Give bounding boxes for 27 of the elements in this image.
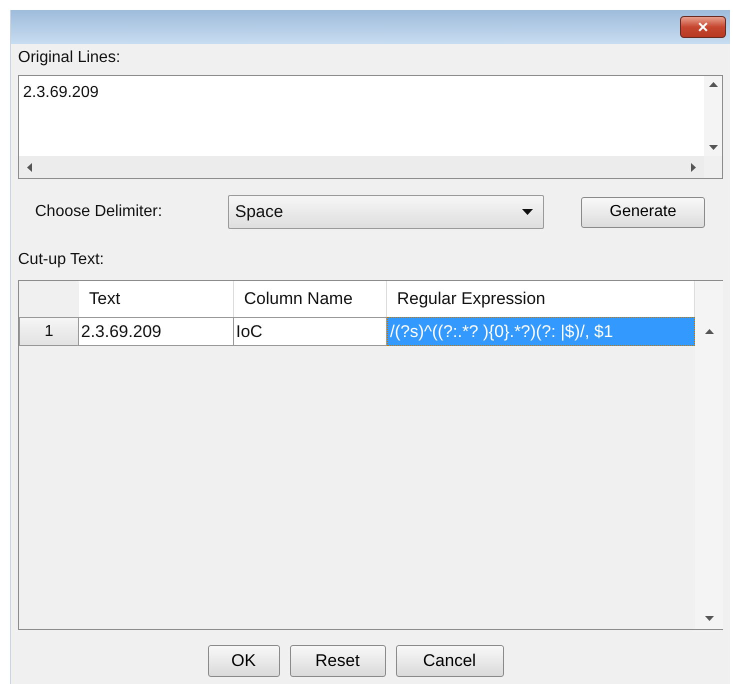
dialog-button[interactable]: Cancel xyxy=(396,645,504,677)
delimiter-label: Choose Delimiter: xyxy=(34,202,164,222)
table-cell[interactable]: 2.3.69.209 xyxy=(79,317,234,346)
text-area-content: 2.3.69.209 xyxy=(19,76,704,156)
column-header[interactable]: Regular Expression xyxy=(387,281,695,317)
scroll-down-icon[interactable] xyxy=(708,145,718,150)
scroll-right-icon[interactable] xyxy=(691,162,696,172)
column-header[interactable]: Text xyxy=(79,281,234,317)
scroll-left-icon[interactable] xyxy=(27,162,32,172)
vertical-scrollbar[interactable] xyxy=(704,76,722,156)
scroll-up-icon[interactable] xyxy=(708,82,718,87)
column-header[interactable]: Column Name xyxy=(234,281,387,317)
dropdown-arrow-icon xyxy=(522,209,533,215)
dialog-button[interactable]: Reset xyxy=(290,645,386,677)
table-cell[interactable]: IoC xyxy=(234,317,387,346)
section-label: Cut-up Text: xyxy=(18,250,105,270)
dialog-button[interactable]: OK xyxy=(208,645,280,677)
vertical-scrollbar[interactable] xyxy=(695,281,723,629)
horizontal-scrollbar[interactable] xyxy=(19,156,704,178)
row-number[interactable]: 1 xyxy=(19,317,79,346)
field-label: Original Lines: xyxy=(18,48,122,68)
scroll-down-icon[interactable] xyxy=(704,616,714,621)
generate-button[interactable]: Generate xyxy=(581,196,705,228)
text-area[interactable]: 2.3.69.209 xyxy=(18,75,723,179)
scroll-up-icon[interactable] xyxy=(704,329,714,334)
delimiter-dropdown[interactable]: Space xyxy=(228,195,544,229)
close-button[interactable]: × xyxy=(680,16,726,38)
